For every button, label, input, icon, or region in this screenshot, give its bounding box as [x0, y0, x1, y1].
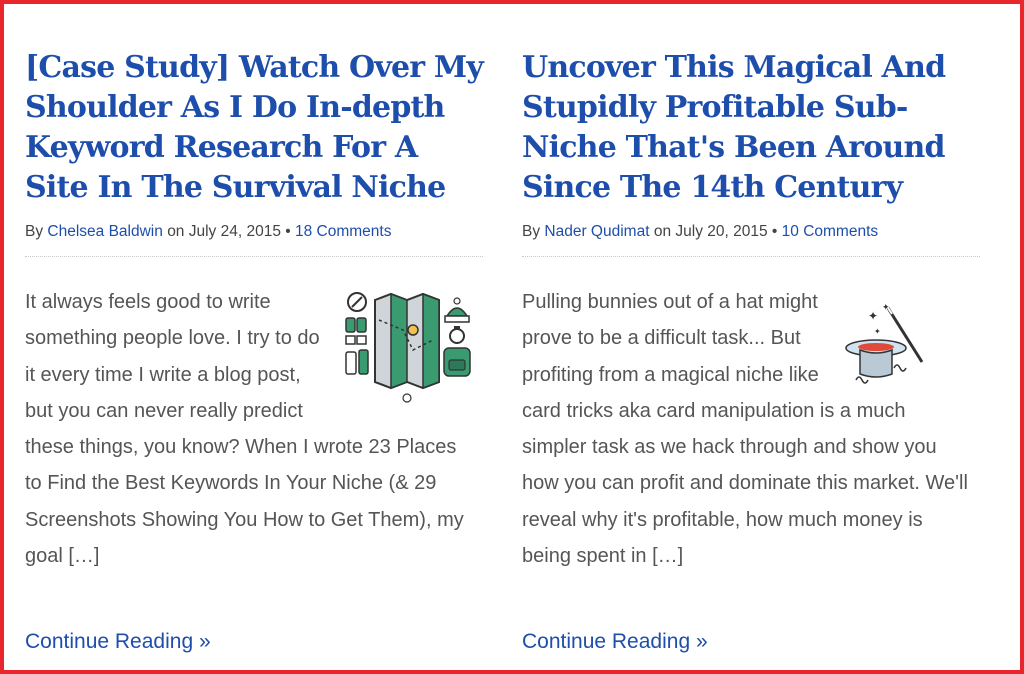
comments-link[interactable]: 18 Comments	[295, 223, 391, 240]
continue-reading-link[interactable]: Continue Reading »	[522, 630, 708, 654]
blog-post-card: [Case Study] Watch Over My Shoulder As I…	[25, 48, 485, 653]
magic-hat-wand-icon[interactable]: ✦ ✦ ✦	[830, 290, 962, 390]
svg-text:✦: ✦	[874, 327, 881, 336]
comments-link[interactable]: 10 Comments	[782, 223, 878, 240]
post-title-link[interactable]: Uncover This Magical And Stupidly Profit…	[522, 48, 982, 208]
divider	[25, 256, 483, 257]
post-date: on July 20, 2015 •	[653, 223, 778, 240]
blog-post-card: Uncover This Magical And Stupidly Profit…	[522, 48, 982, 653]
post-meta: By Chelsea Baldwin on July 24, 2015 • 18…	[25, 222, 391, 242]
post-excerpt: ✦ ✦ ✦ Pulling bunnies out of a hat might…	[522, 284, 972, 574]
continue-reading-link[interactable]: Continue Reading »	[25, 630, 211, 654]
by-label: By	[522, 223, 541, 240]
author-link[interactable]: Nader Qudimat	[544, 223, 649, 240]
svg-text:✦: ✦	[868, 309, 878, 323]
by-label: By	[25, 223, 44, 240]
author-link[interactable]: Chelsea Baldwin	[47, 223, 162, 240]
post-title-link[interactable]: [Case Study] Watch Over My Shoulder As I…	[25, 48, 485, 208]
post-meta: By Nader Qudimat on July 20, 2015 • 10 C…	[522, 222, 878, 242]
post-excerpt: It always feels good to write something …	[25, 284, 475, 574]
post-date: on July 24, 2015 •	[167, 223, 291, 240]
survival-map-gear-icon[interactable]	[343, 290, 475, 408]
divider	[522, 256, 980, 257]
